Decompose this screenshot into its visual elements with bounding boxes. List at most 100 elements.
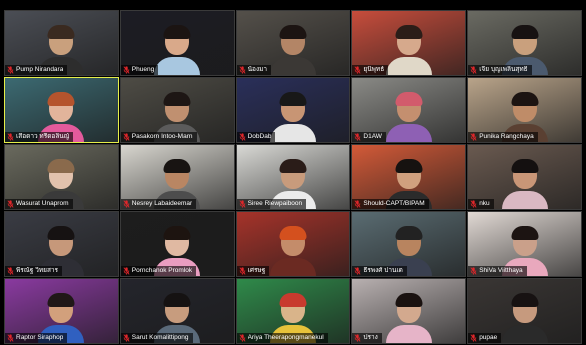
participant-video xyxy=(385,293,432,343)
participant-tile[interactable]: ปราง xyxy=(351,278,467,344)
participant-name: ShiVa Viitthaya xyxy=(479,267,523,274)
participant-namebar: น้องมา xyxy=(236,65,272,75)
participant-tile[interactable]: เศรษฐ xyxy=(235,211,351,277)
mic-muted-icon xyxy=(7,66,14,74)
mic-muted-icon xyxy=(123,200,130,208)
participant-tile[interactable]: Punika Rangchaya xyxy=(467,77,582,143)
participant-video xyxy=(154,25,201,75)
mic-muted-icon xyxy=(470,200,477,208)
participant-name: Nesrey Labaideemar xyxy=(131,200,193,207)
participant-namebar: ShiVa Viitthaya xyxy=(468,266,527,276)
participant-namebar: Phueng xyxy=(120,65,159,75)
participant-name: Pornchanok Promlok xyxy=(131,267,193,274)
participant-name: Sarut Komalittipong xyxy=(131,334,189,341)
mic-muted-icon xyxy=(239,267,246,275)
participant-name: น้องมา xyxy=(247,66,268,73)
participant-tile[interactable]: Raptor Siraphop xyxy=(4,278,119,344)
participant-tile[interactable]: Pornchanok Promlok xyxy=(119,211,235,277)
participant-video xyxy=(269,226,316,276)
participant-name: ยุนิพุทธ์ xyxy=(363,66,385,73)
participant-tile[interactable]: เจีย บุญเพลินสุทธิ์ xyxy=(467,10,582,76)
participant-tile[interactable]: Wasurat Unaprom xyxy=(4,144,119,210)
participant-tile[interactable]: Ariya Theerapongmanekul xyxy=(235,278,351,344)
participant-tile[interactable]: ShiVa Viitthaya xyxy=(467,211,582,277)
participant-namebar: Siree Riewpaiboon xyxy=(236,199,307,209)
participant-name: Siree Riewpaiboon xyxy=(247,200,303,207)
participant-name: Raptor Siraphop xyxy=(16,334,64,341)
participant-tile[interactable]: Sarut Komalittipong xyxy=(119,278,235,344)
participant-tile[interactable]: ธีรพงศ์ ปานเด xyxy=(351,211,467,277)
participant-name: เสือดาว ทรีดอลินญ์ xyxy=(16,133,70,140)
mic-muted-icon xyxy=(354,334,361,342)
participant-name: Should-CAPT/BIPAM xyxy=(363,200,425,207)
mic-muted-icon xyxy=(7,267,14,275)
mic-muted-icon xyxy=(239,66,246,74)
participant-name: DobDab xyxy=(247,133,272,140)
participant-name: Pump Nirandara xyxy=(16,66,64,73)
participant-tile[interactable]: Pasakorn Intoo-Marn xyxy=(119,77,235,143)
participant-namebar: Sarut Komalittipong xyxy=(120,333,193,343)
participant-tile[interactable]: น้องมา xyxy=(235,10,351,76)
participant-video xyxy=(385,92,432,142)
mic-muted-icon xyxy=(7,334,14,342)
participant-tile[interactable]: พีรณัฐ วิทยสาร xyxy=(4,211,119,277)
participant-tile[interactable]: D1AW xyxy=(351,77,467,143)
participant-namebar: Nesrey Labaideemar xyxy=(120,199,197,209)
participant-name: เศรษฐ xyxy=(247,267,266,274)
participant-namebar: pupae xyxy=(468,333,502,343)
mic-muted-icon xyxy=(470,267,477,275)
mic-muted-icon xyxy=(123,267,130,275)
gallery-grid: Pump Nirandara Phueng น้องมา ยุนิพุทธ์ เจีย … xyxy=(4,10,582,345)
participant-namebar: Should-CAPT/BIPAM xyxy=(352,199,429,209)
participant-namebar: Pornchanok Promlok xyxy=(120,266,197,276)
participant-name: pupae xyxy=(479,334,498,341)
participant-namebar: D1AW xyxy=(352,132,386,142)
participant-namebar: Pasakorn Intoo-Marn xyxy=(120,132,197,142)
mic-muted-icon xyxy=(354,133,361,141)
participant-namebar: เจีย บุญเพลินสุทธิ์ xyxy=(468,65,532,75)
participant-name: D1AW xyxy=(363,133,382,140)
participant-tile[interactable]: nku xyxy=(467,144,582,210)
mic-muted-icon xyxy=(239,200,246,208)
participant-namebar: Wasurat Unaprom xyxy=(5,199,73,209)
participant-tile[interactable]: Should-CAPT/BIPAM xyxy=(351,144,467,210)
participant-video xyxy=(385,25,432,75)
participant-name: Wasurat Unaprom xyxy=(16,200,69,207)
participant-tile[interactable]: Siree Riewpaiboon xyxy=(235,144,351,210)
participant-tile[interactable]: เสือดาว ทรีดอลินญ์ xyxy=(4,77,119,143)
participant-name: ธีรพงศ์ ปานเด xyxy=(363,267,403,274)
participant-tile[interactable]: Pump Nirandara xyxy=(4,10,119,76)
participant-video xyxy=(501,293,548,343)
participant-tile[interactable]: pupae xyxy=(467,278,582,344)
mic-muted-icon xyxy=(7,200,14,208)
mic-muted-icon xyxy=(123,334,130,342)
participant-namebar: ธีรพงศ์ ปานเด xyxy=(352,266,407,276)
participant-name: ปราง xyxy=(363,334,378,341)
mic-muted-icon xyxy=(354,200,361,208)
participant-name: พีรณัฐ วิทยสาร xyxy=(16,267,59,274)
mic-muted-icon xyxy=(239,133,246,141)
participant-name: Pasakorn Intoo-Marn xyxy=(131,133,193,140)
participant-tile[interactable]: Phueng xyxy=(119,10,235,76)
participant-namebar: Ariya Theerapongmanekul xyxy=(236,333,328,343)
participant-namebar: ปราง xyxy=(352,333,382,343)
participant-namebar: Pump Nirandara xyxy=(5,65,68,75)
mic-muted-icon xyxy=(470,334,477,342)
participant-video xyxy=(501,159,548,209)
participant-name: Punika Rangchaya xyxy=(479,133,534,140)
participant-video xyxy=(269,92,316,142)
participant-namebar: ยุนิพุทธ์ xyxy=(352,65,389,75)
participant-tile[interactable]: ยุนิพุทธ์ xyxy=(351,10,467,76)
participant-namebar: พีรณัฐ วิทยสาร xyxy=(5,266,63,276)
participant-namebar: DobDab xyxy=(236,132,276,142)
mic-muted-icon xyxy=(7,133,14,141)
participant-tile[interactable]: DobDab xyxy=(235,77,351,143)
mic-muted-icon xyxy=(470,66,477,74)
mic-muted-icon xyxy=(123,66,130,74)
participant-tile[interactable]: Nesrey Labaideemar xyxy=(119,144,235,210)
participant-name: เจีย บุญเพลินสุทธิ์ xyxy=(479,66,528,73)
mic-muted-icon xyxy=(123,133,130,141)
participant-name: Phueng xyxy=(131,66,155,73)
participant-namebar: Raptor Siraphop xyxy=(5,333,68,343)
participant-namebar: Punika Rangchaya xyxy=(468,132,538,142)
